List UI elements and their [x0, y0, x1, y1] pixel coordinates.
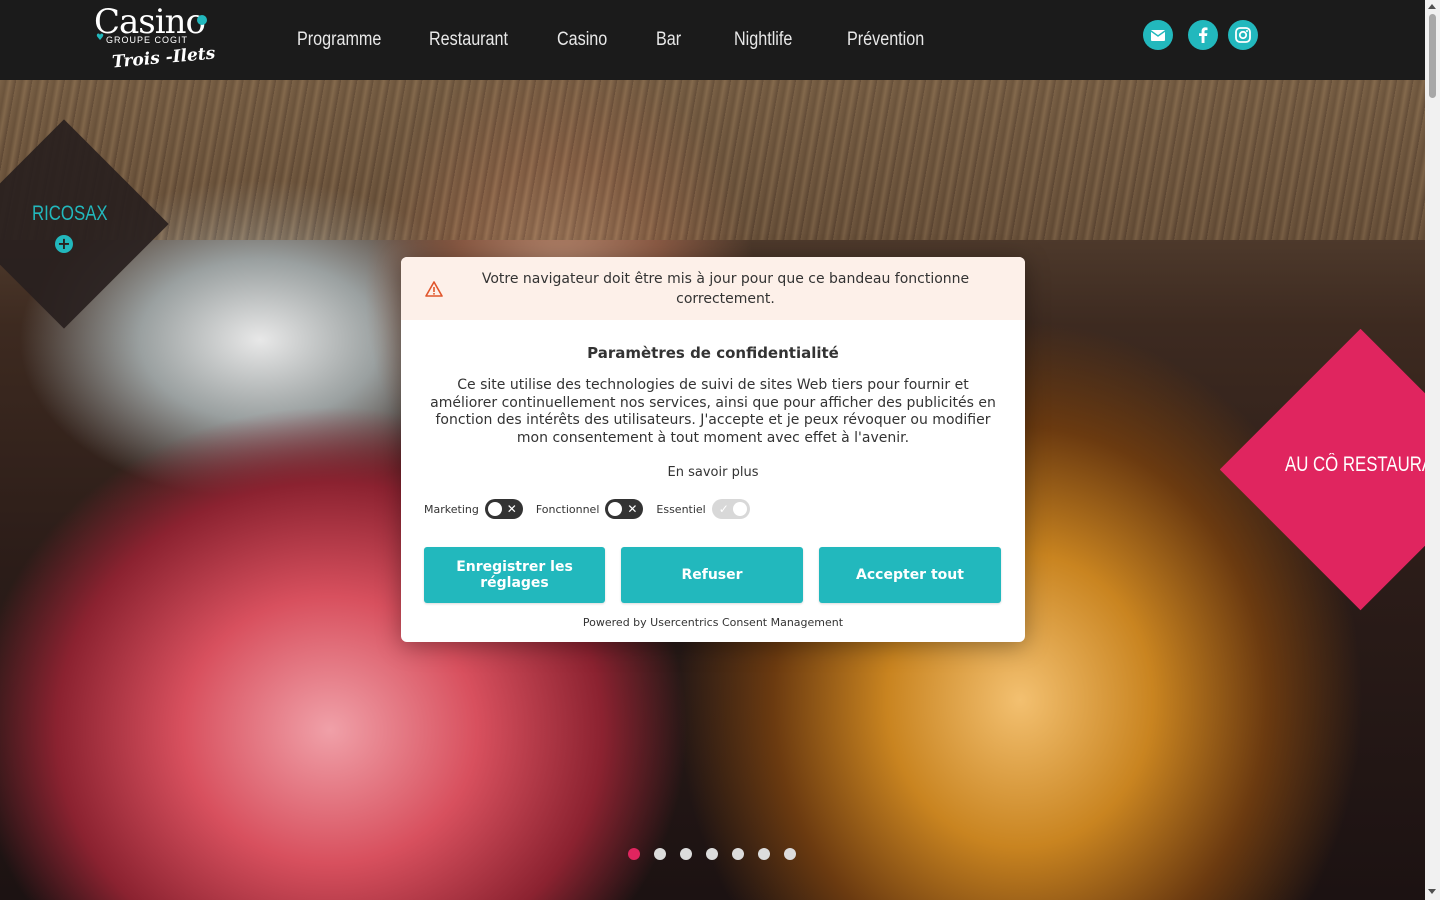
- slider-dot[interactable]: [706, 848, 718, 860]
- event-card-ricosax[interactable]: RICOSAX +: [0, 119, 170, 330]
- essential-toggle: ✓: [711, 499, 750, 519]
- plus-circle-icon[interactable]: +: [55, 235, 73, 253]
- heart-icon: ♥: [96, 33, 105, 43]
- powered-by-text[interactable]: Powered by Usercentrics Consent Manageme…: [401, 616, 1025, 629]
- slider-dot[interactable]: [784, 848, 796, 860]
- toggle-label-essential: Essentiel: [656, 502, 706, 516]
- scroll-up-arrow-icon[interactable]: [1428, 4, 1436, 9]
- consent-description: Ce site utilise des technologies de suiv…: [430, 377, 996, 446]
- site-logo[interactable]: Casino ♥ GROUPE COGIT Trois -Ilets: [94, 4, 216, 74]
- scroll-down-arrow-icon[interactable]: [1428, 889, 1436, 894]
- slider-dot[interactable]: [654, 848, 666, 860]
- logo-dot: [197, 15, 207, 25]
- toggle-label-functional: Fonctionnel: [535, 502, 600, 516]
- accept-all-button[interactable]: Accepter tout: [819, 547, 1001, 603]
- nav-item-nightlife[interactable]: Nightlife: [734, 29, 792, 51]
- page-scrollbar[interactable]: [1425, 0, 1440, 900]
- event-card-restaurant[interactable]: AU CÔ RESTAURAN: [1220, 329, 1425, 611]
- nav-item-restaurant[interactable]: Restaurant: [429, 29, 508, 51]
- nav-item-casino[interactable]: Casino: [557, 29, 607, 51]
- logo-location: Trois -Ilets: [111, 43, 217, 73]
- envelope-icon[interactable]: [1143, 20, 1173, 50]
- save-settings-button[interactable]: Enregistrer les réglages: [424, 547, 605, 603]
- toggle-label-marketing: Marketing: [424, 502, 479, 516]
- browser-warning-banner: Votre navigateur doit être mis à jour po…: [401, 257, 1025, 320]
- slider-dot[interactable]: [680, 848, 692, 860]
- slider-dot[interactable]: [758, 848, 770, 860]
- hero-roof-texture: [0, 80, 1425, 240]
- marketing-toggle[interactable]: ✕: [484, 499, 523, 519]
- refuse-button[interactable]: Refuser: [621, 547, 803, 603]
- slider-dot[interactable]: [732, 848, 744, 860]
- browser-warning-text: Votre navigateur doit être mis à jour po…: [481, 271, 970, 307]
- nav-item-prevention[interactable]: Prévention: [847, 29, 924, 51]
- slider-pagination: [628, 848, 796, 860]
- consent-toggles: Marketing ✕ Fonctionnel ✕ Essentiel ✓: [424, 499, 763, 519]
- scroll-thumb[interactable]: [1429, 14, 1436, 98]
- close-icon: ✕: [506, 502, 517, 516]
- consent-dialog: Votre navigateur doit être mis à jour po…: [401, 257, 1025, 642]
- consent-title: Paramètres de confidentialité: [587, 344, 839, 362]
- event-card-title: RICOSAX: [32, 202, 108, 225]
- logo-group: GROUPE COGIT: [106, 35, 189, 45]
- facebook-icon[interactable]: [1188, 20, 1218, 50]
- check-icon: ✓: [718, 502, 729, 516]
- instagram-icon[interactable]: [1228, 20, 1258, 50]
- slider-dot[interactable]: [628, 848, 640, 860]
- learn-more-link[interactable]: En savoir plus: [401, 465, 1025, 480]
- nav-item-programme[interactable]: Programme: [297, 29, 381, 51]
- nav-item-bar[interactable]: Bar: [656, 29, 681, 51]
- event-card-title: AU CÔ RESTAURAN: [1285, 453, 1425, 476]
- site-header: Casino ♥ GROUPE COGIT Trois -Ilets Progr…: [0, 0, 1425, 80]
- warning-icon: [425, 281, 443, 297]
- functional-toggle[interactable]: ✕: [605, 499, 644, 519]
- close-icon: ✕: [627, 502, 638, 516]
